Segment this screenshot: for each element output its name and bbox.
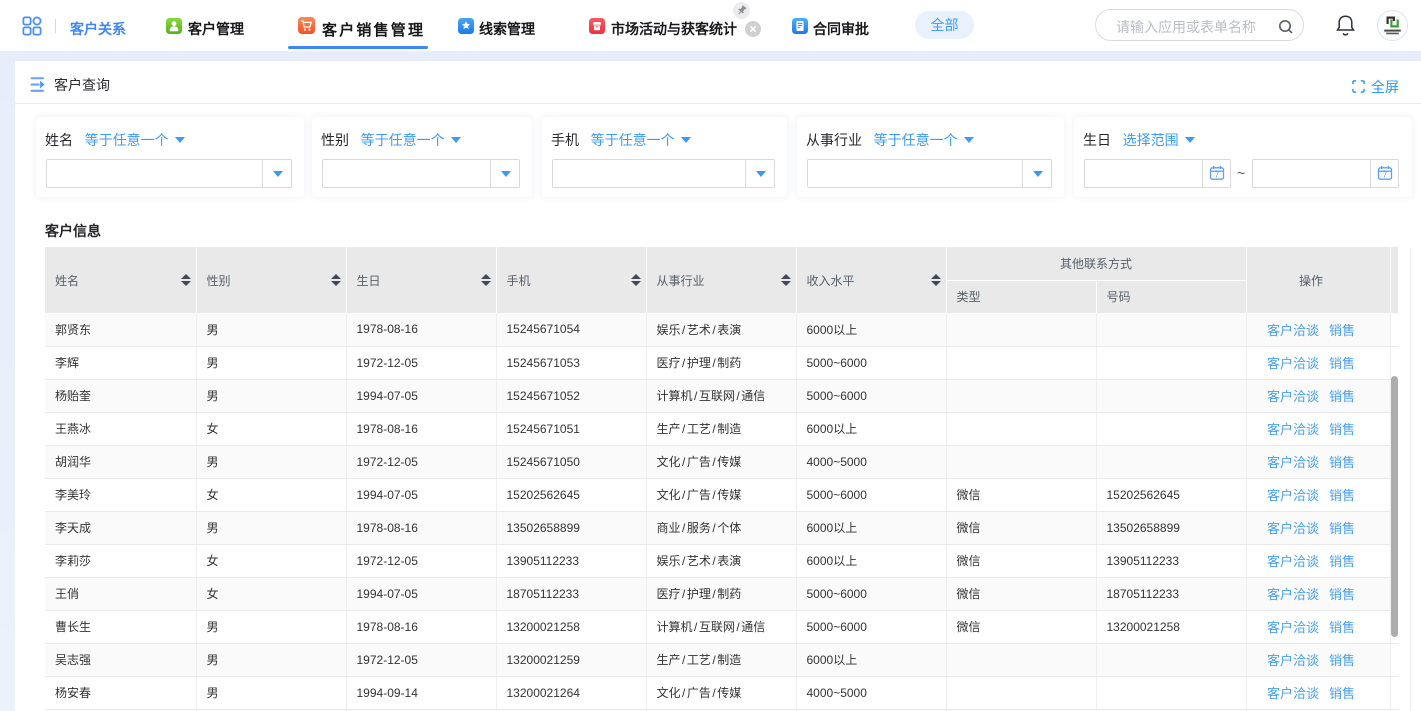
svg-text:7: 7	[1215, 171, 1220, 180]
svg-text:7: 7	[1383, 171, 1388, 180]
